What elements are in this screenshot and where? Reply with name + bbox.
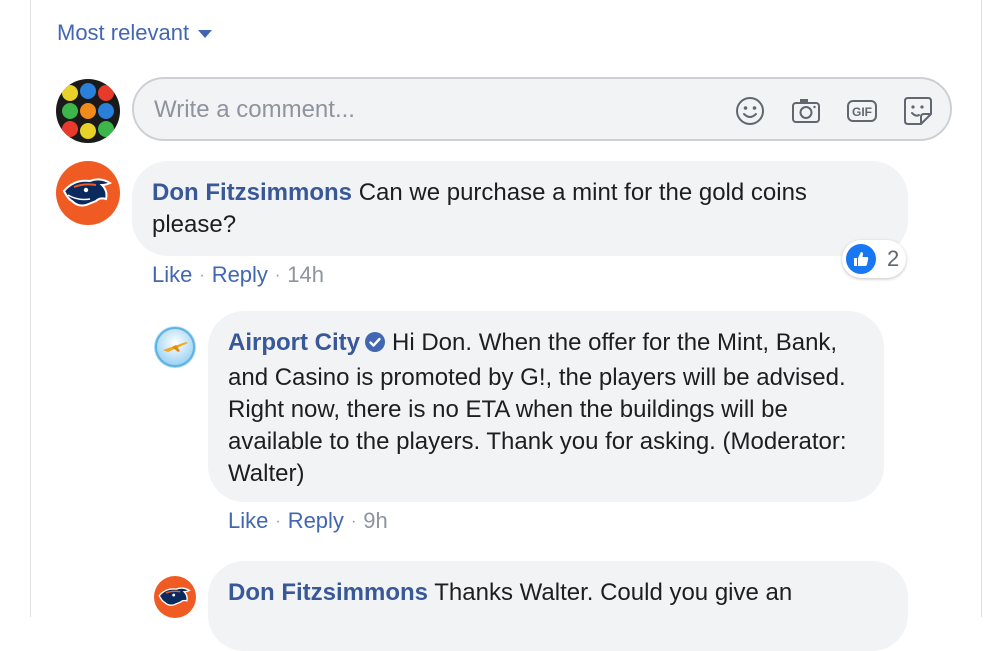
sticker-icon[interactable] <box>902 95 934 127</box>
camera-icon[interactable] <box>790 95 822 127</box>
reply-author[interactable]: Don Fitzsimmons <box>228 579 428 606</box>
comment-composer[interactable]: GIF <box>132 77 952 141</box>
reply-bubble: Airport City Hi Don. When the offer for t… <box>208 311 884 502</box>
verified-badge-icon <box>364 330 386 362</box>
separator-dot: · <box>350 513 357 530</box>
current-user-avatar[interactable] <box>56 79 120 143</box>
reaction-count: 2 <box>887 246 900 271</box>
reaction-summary[interactable]: 2 <box>842 240 906 278</box>
reply-link[interactable]: Reply <box>288 508 344 533</box>
airport-city-logo-icon <box>154 326 196 368</box>
broncos-logo-icon <box>62 178 113 207</box>
comment-timestamp[interactable]: 14h <box>287 262 324 287</box>
reply-actions: Like · Reply · 9h <box>228 508 388 534</box>
separator-dot: · <box>274 267 281 284</box>
caret-down-icon <box>198 30 213 38</box>
comment-bubble: Don Fitzsimmons Can we purchase a mint f… <box>132 161 908 256</box>
separator-dot: · <box>199 267 205 284</box>
like-link[interactable]: Like <box>228 508 268 533</box>
separator-dot: · <box>275 513 281 530</box>
reply-link[interactable]: Reply <box>212 262 268 287</box>
reply-bubble: Don Fitzsimmons Thanks Walter. Could you… <box>208 561 908 651</box>
broncos-logo-icon <box>158 587 191 606</box>
svg-text:GIF: GIF <box>852 105 872 119</box>
reply-timestamp[interactable]: 9h <box>363 508 387 533</box>
sort-dropdown[interactable]: Most relevant <box>57 20 213 46</box>
comment-author[interactable]: Don Fitzsimmons <box>152 179 352 206</box>
like-link[interactable]: Like <box>152 262 192 287</box>
left-border <box>30 0 31 617</box>
reply-text: Thanks Walter. Could you give an <box>434 579 793 606</box>
emoji-icon[interactable] <box>734 95 766 127</box>
sort-label: Most relevant <box>57 20 190 45</box>
thumbs-up-icon <box>846 244 876 274</box>
comment-input[interactable] <box>154 92 694 128</box>
gif-icon[interactable]: GIF <box>846 95 878 127</box>
right-border <box>981 0 982 617</box>
reply-avatar[interactable] <box>154 326 196 368</box>
reply-author[interactable]: Airport City <box>228 329 360 356</box>
commenter-avatar[interactable] <box>56 161 120 225</box>
reply-avatar[interactable] <box>154 576 196 618</box>
comment-actions: Like · Reply · 14h <box>152 262 324 288</box>
